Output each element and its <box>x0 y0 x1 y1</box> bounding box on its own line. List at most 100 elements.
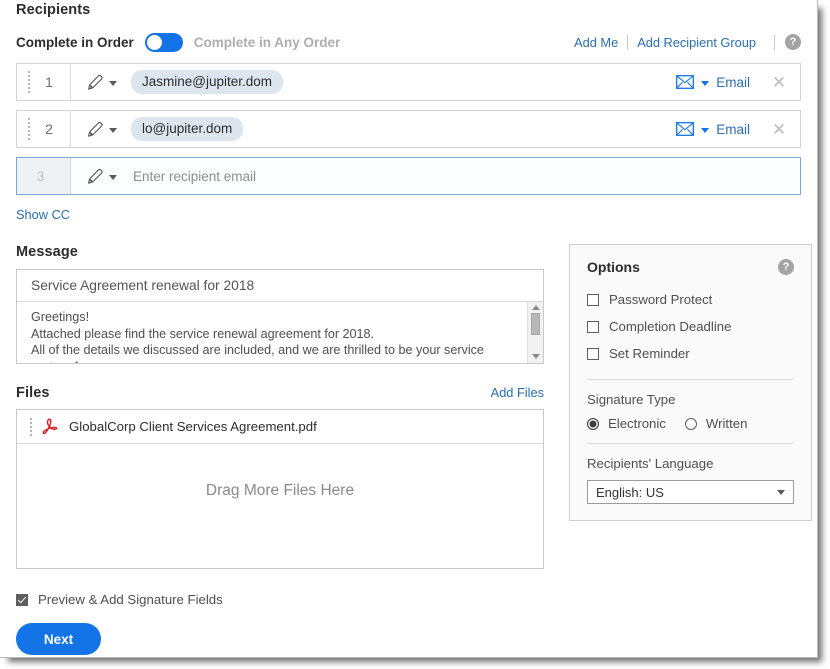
checkbox[interactable] <box>587 320 599 333</box>
recipient-role-picker[interactable] <box>85 168 117 185</box>
message-body-wrap: Greetings! Attached please find the serv… <box>17 302 543 363</box>
radio-written[interactable]: Written <box>684 416 748 431</box>
files-section-header: Files Add Files <box>16 385 544 401</box>
recipient-email-chip[interactable]: Jasmine@jupiter.dom <box>131 70 284 94</box>
file-list-item[interactable]: GlobalCorp Client Services Agreement.pdf <box>17 410 543 444</box>
recipients-title: Recipients <box>16 2 91 18</box>
recipient-row-index: 3 <box>17 158 71 194</box>
radio-electronic[interactable]: Electronic <box>587 416 666 431</box>
options-header: Options ? <box>587 259 794 275</box>
preview-add-fields-option[interactable]: Preview & Add Signature Fields <box>16 592 223 607</box>
drag-handle-icon[interactable] <box>24 71 34 93</box>
divider <box>587 379 794 380</box>
recipient-number: 1 <box>45 74 53 90</box>
selected-language: English: US <box>596 484 664 500</box>
delivery-method-label: Email <box>716 74 750 90</box>
complete-in-order-label: Complete in Order <box>16 34 134 50</box>
signature-type-label: Signature Type <box>587 392 676 407</box>
signature-pen-icon <box>87 121 103 137</box>
message-scrollbar[interactable] <box>527 302 543 363</box>
message-box: Service Agreement renewal for 2018 Greet… <box>16 269 544 364</box>
recipient-row-index: 2 <box>17 111 71 147</box>
option-label: Set Reminder <box>609 346 690 361</box>
divider <box>587 443 794 444</box>
link-divider <box>774 34 775 50</box>
chevron-down-icon <box>109 80 117 86</box>
left-column: Message Service Agreement renewal for 20… <box>16 244 544 569</box>
toggle-knob <box>146 34 162 50</box>
chevron-down-icon <box>701 127 710 133</box>
recipient-row[interactable]: 1 Jasmine@jupiter.dom Email ✕ <box>16 63 801 101</box>
pdf-file-icon <box>42 417 58 434</box>
option-label: Password Protect <box>609 292 713 307</box>
checkbox[interactable] <box>16 593 28 606</box>
recipient-order-bar: Complete in Order Complete in Any Order … <box>16 25 801 59</box>
message-body-input[interactable]: Greetings! Attached please find the serv… <box>17 302 527 363</box>
recipient-role-picker[interactable] <box>85 121 117 138</box>
recipient-list: 1 Jasmine@jupiter.dom Email ✕ 2 lo@jupit… <box>16 63 801 195</box>
recipients-language-label: Recipients' Language <box>587 456 714 471</box>
preview-add-fields-label: Preview & Add Signature Fields <box>38 592 223 607</box>
help-icon[interactable]: ? <box>785 34 801 50</box>
next-button[interactable]: Next <box>16 623 101 655</box>
option-password-protect[interactable]: Password Protect <box>587 286 794 313</box>
recipient-row-index: 1 <box>17 64 71 100</box>
recipient-number: 2 <box>45 121 53 137</box>
dropzone-label: Drag More Files Here <box>205 482 355 499</box>
option-label: Completion Deadline <box>609 319 732 334</box>
option-completion-deadline[interactable]: Completion Deadline <box>587 313 794 340</box>
delivery-method-picker[interactable]: Email <box>676 122 750 137</box>
drag-handle-icon[interactable] <box>26 417 36 436</box>
recipient-email-chip[interactable]: lo@jupiter.dom <box>131 117 244 141</box>
email-envelope-icon <box>676 75 695 89</box>
send-document-page: Recipients Complete in Order Complete in… <box>0 0 818 658</box>
remove-recipient-button[interactable]: ✕ <box>762 121 796 138</box>
scrollbar-thumb[interactable] <box>531 313 540 335</box>
signature-pen-icon <box>87 74 103 90</box>
help-icon[interactable]: ? <box>778 259 794 275</box>
signature-pen-icon <box>87 168 103 184</box>
recipient-role-picker[interactable] <box>85 74 117 91</box>
show-cc-link[interactable]: Show CC <box>16 207 70 222</box>
recipients-section-header: Recipients Complete in Order Complete in… <box>16 0 801 59</box>
recipients-header-actions: Add Me Add Recipient Group ? <box>565 34 801 50</box>
recipient-email-input[interactable]: Enter recipient email <box>133 169 256 184</box>
radio-button[interactable] <box>587 417 599 430</box>
message-title: Message <box>16 244 78 260</box>
files-box: GlobalCorp Client Services Agreement.pdf… <box>16 409 544 569</box>
right-column: Options ? Password Protect Completion De… <box>569 244 812 521</box>
recipient-row-empty[interactable]: 3 Enter recipient email <box>16 157 801 195</box>
files-title: Files <box>16 385 50 401</box>
drag-handle-icon[interactable] <box>24 118 34 140</box>
complete-in-order-toggle[interactable] <box>144 32 183 52</box>
add-files-link[interactable]: Add Files <box>491 385 544 400</box>
chevron-down-icon <box>109 174 117 180</box>
delivery-method-label: Email <box>716 121 750 137</box>
options-panel: Options ? Password Protect Completion De… <box>569 244 812 521</box>
recipient-row[interactable]: 2 lo@jupiter.dom Email ✕ <box>16 110 801 148</box>
message-subject-input[interactable]: Service Agreement renewal for 2018 <box>17 270 543 302</box>
add-me-link[interactable]: Add Me <box>565 35 627 50</box>
file-name: GlobalCorp Client Services Agreement.pdf <box>69 419 317 434</box>
radio-label: Electronic <box>608 416 666 431</box>
radio-button[interactable] <box>684 417 697 430</box>
message-body-line: Attached please find the service renewal… <box>31 326 375 341</box>
scroll-up-icon[interactable] <box>531 305 540 310</box>
chevron-down-icon <box>109 127 117 133</box>
options-title: Options <box>587 259 640 275</box>
remove-recipient-button[interactable]: ✕ <box>762 74 796 91</box>
email-envelope-icon <box>676 122 695 136</box>
checkbox[interactable] <box>587 293 599 306</box>
option-set-reminder[interactable]: Set Reminder <box>587 340 794 367</box>
delivery-method-picker[interactable]: Email <box>676 75 750 90</box>
recipients-language-select[interactable]: English: US <box>587 480 794 504</box>
checkbox[interactable] <box>587 347 599 360</box>
message-body-line: All of the details we discussed are incl… <box>31 343 484 363</box>
add-recipient-group-link[interactable]: Add Recipient Group <box>628 35 765 50</box>
body-columns: Message Service Agreement renewal for 20… <box>16 244 812 569</box>
scroll-down-icon[interactable] <box>531 354 540 359</box>
chevron-down-icon <box>777 489 785 495</box>
file-dropzone[interactable]: Drag More Files Here <box>17 444 543 568</box>
radio-label: Written <box>705 416 748 431</box>
message-body-line: Greetings! <box>31 310 90 324</box>
